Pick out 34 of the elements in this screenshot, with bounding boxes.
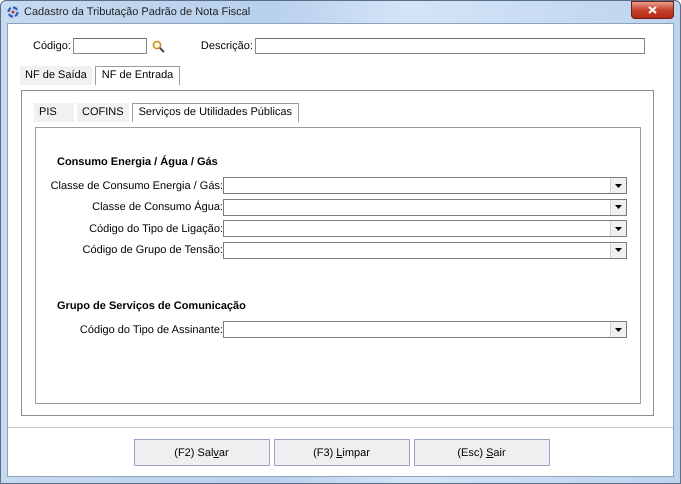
action-button[interactable]: (Esc) Sair	[414, 439, 550, 466]
description-field[interactable]	[254, 38, 645, 54]
code-label: Código:	[33, 40, 71, 52]
code-field[interactable]	[72, 38, 147, 54]
tab[interactable]: NF de Saída	[20, 66, 92, 85]
field-label: Código de Grupo de Tensão:	[82, 244, 223, 256]
dropdown[interactable]	[223, 242, 627, 259]
action-button[interactable]: (F3) Limpar	[274, 439, 410, 466]
search-icon[interactable]	[152, 40, 165, 52]
field-label: Código do Tipo de Ligação:	[88, 222, 223, 235]
action-button[interactable]: (F2) Salvar	[134, 439, 270, 466]
dropdown[interactable]	[223, 220, 627, 238]
field-label: Classe de Consumo Energia / Gás:	[50, 180, 223, 192]
dropdown-arrow-icon	[615, 184, 622, 188]
tab[interactable]: Serviços de Utilidades Públicas	[132, 103, 300, 122]
dropdown[interactable]	[223, 198, 627, 216]
close-button[interactable]	[631, 1, 674, 19]
tab[interactable]: PIS	[34, 103, 74, 122]
app-icon	[7, 6, 19, 18]
dropdown-arrow-icon	[615, 205, 622, 210]
section-heading: Consumo Energia / Água / Gás	[56, 156, 219, 170]
tab[interactable]: COFINS	[77, 103, 129, 122]
close-icon	[648, 6, 657, 14]
field-label: Classe de Consumo Água:	[91, 201, 223, 214]
description-label: Descrição:	[200, 40, 253, 52]
tab[interactable]: NF de Entrada	[94, 66, 180, 85]
field-label: Código do Tipo de Assinante:	[78, 324, 223, 336]
dropdown-arrow-icon	[615, 226, 622, 231]
dropdown[interactable]	[223, 177, 627, 194]
dropdown[interactable]	[223, 321, 627, 338]
dropdown-arrow-icon	[615, 248, 622, 252]
window-title: Cadastro da Tributação Padrão de Nota Fiscal	[24, 6, 250, 18]
dropdown-arrow-icon	[615, 328, 622, 332]
section-heading: Grupo de Serviços de Comunicação	[56, 300, 247, 314]
